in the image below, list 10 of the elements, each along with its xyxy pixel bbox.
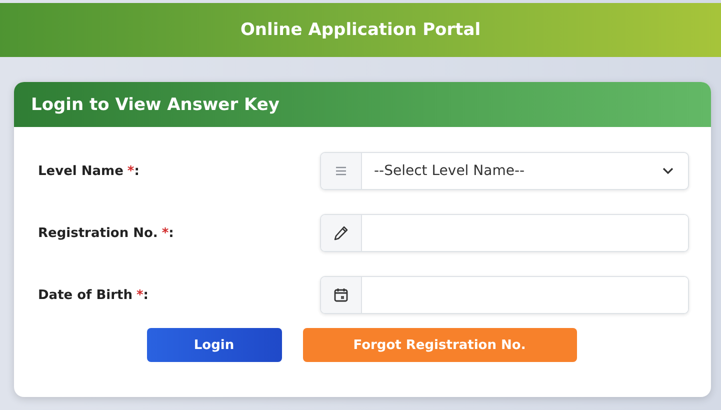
text-field[interactable] — [320, 214, 689, 252]
field-label: Date of Birth *: — [38, 288, 150, 302]
card-title: Login to View Answer Key — [31, 94, 280, 114]
date-field[interactable] — [320, 276, 689, 314]
login-button[interactable]: Login — [146, 328, 282, 362]
field-label: Level Name *: — [38, 164, 140, 178]
field-label: Registration No. *: — [38, 226, 175, 240]
calendar-icon — [333, 287, 349, 303]
portal-title: Online Application Portal — [240, 20, 481, 40]
pencil-icon — [333, 225, 349, 241]
